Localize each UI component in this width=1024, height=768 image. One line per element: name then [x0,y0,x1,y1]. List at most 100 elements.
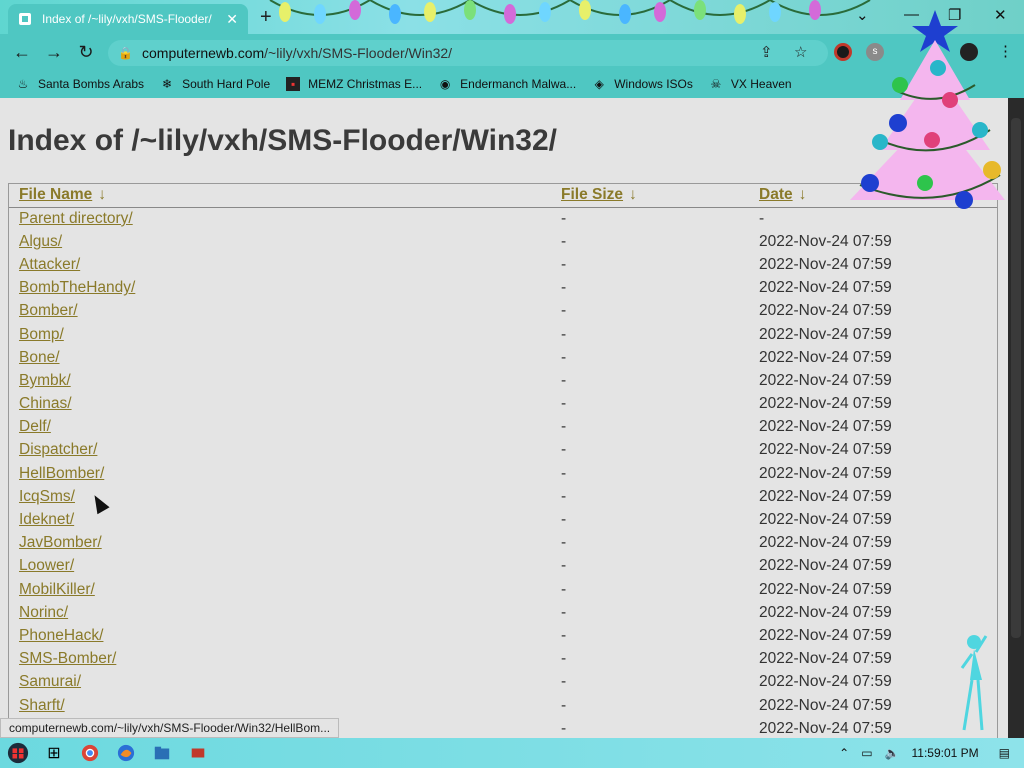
file-size-cell: - [561,511,567,529]
file-size-cell: - [561,418,567,436]
file-name-cell: MobilKiller/ [9,578,551,601]
file-link[interactable]: Sharft/ [19,697,65,714]
file-link[interactable]: Ideknet/ [19,511,74,528]
column-file-size[interactable]: File Size ↓ [551,184,749,208]
lock-icon: 🔒 [118,46,133,60]
forward-arrow-icon[interactable]: → [38,42,70,63]
file-link[interactable]: Algus/ [19,233,62,250]
table-row: Ideknet/ - 2022-Nov-24 07:59 [9,508,997,531]
file-name-cell: Attacker/ [9,253,551,276]
chrome-taskbar-icon[interactable] [72,738,108,768]
sort-arrow-icon: ↓ [98,186,106,204]
table-row: Bomp/ - 2022-Nov-24 07:59 [9,323,997,346]
file-link[interactable]: PhoneHack/ [19,627,103,644]
table-row: Dispatcher/ - 2022-Nov-24 07:59 [9,439,997,462]
table-row: Attacker/ - 2022-Nov-24 07:59 [9,253,997,276]
bookmark-item[interactable]: ◈ Windows ISOs [592,77,693,91]
file-size-cell: - [561,534,567,552]
bookmark-item[interactable]: ☠ VX Heaven [709,77,792,91]
scrollbar-thumb[interactable] [1011,118,1021,638]
file-explorer-taskbar-icon[interactable] [144,738,180,768]
bookmark-item[interactable]: ❄ South Hard Pole [160,77,270,91]
file-name-cell: BombTheHandy/ [9,277,551,300]
file-name-cell: Bymbk/ [9,369,551,392]
bookmark-item[interactable]: ▪ MEMZ Christmas E... [286,77,422,91]
file-size-cell: - [561,650,567,668]
table-row: MobilKiller/ - 2022-Nov-24 07:59 [9,578,997,601]
file-link[interactable]: MobilKiller/ [19,581,95,598]
address-bar[interactable]: 🔒 computernewb.com/~lily/vxh/SMS-Flooder… [108,40,828,66]
file-name-cell: Sharft/ [9,694,551,717]
file-size-cell: - [561,603,567,621]
file-link[interactable]: Dispatcher/ [19,441,97,458]
file-link[interactable]: Bomp/ [19,326,64,343]
table-row: Bomber/ - 2022-Nov-24 07:59 [9,300,997,323]
active-tab[interactable]: Index of /~lily/vxh/SMS-Flooder/ ✕ [8,4,248,34]
file-link[interactable]: Attacker/ [19,256,80,273]
page-scrollbar[interactable] [1008,98,1024,738]
file-link[interactable]: Chinas/ [19,395,72,412]
file-link[interactable]: JavBomber/ [19,534,102,551]
table-row: Loower/ - 2022-Nov-24 07:59 [9,555,997,578]
network-icon[interactable]: ▭ [861,746,872,760]
file-size-cell: - [561,348,567,366]
chevron-up-icon[interactable]: ⌃ [839,746,849,760]
file-name-cell: Bomp/ [9,323,551,346]
bookmark-item[interactable]: ♨ Santa Bombs Arabs [16,77,144,91]
file-size-cell: - [561,580,567,598]
notification-icon[interactable]: ▤ [999,746,1010,760]
file-link[interactable]: HellBomber/ [19,465,104,482]
date-cell: 2022-Nov-24 07:59 [759,348,892,366]
date-cell: 2022-Nov-24 07:59 [759,580,892,598]
bookmark-item[interactable]: ◉ Endermanch Malwa... [438,77,576,91]
flame-icon: ♨ [17,77,29,91]
file-name-cell: Ideknet/ [9,508,551,531]
back-arrow-icon[interactable]: ← [6,42,38,63]
share-icon[interactable]: ⇪ [760,43,773,61]
table-row: JavBomber/ - 2022-Nov-24 07:59 [9,532,997,555]
date-cell: 2022-Nov-24 07:59 [759,464,892,482]
table-row: HellBomber/ - 2022-Nov-24 07:59 [9,462,997,485]
table-row: Samurai/-2022-Nov-24 07:59 [9,671,997,694]
bookmark-star-icon[interactable]: ☆ [794,43,807,61]
volume-icon[interactable]: 🔈 [885,746,900,760]
table-row: Norinc/ - 2022-Nov-24 07:59 [9,601,997,624]
date-cell: 2022-Nov-24 07:59 [759,371,892,389]
clock[interactable]: 11:59:01 PM [912,746,979,760]
date-cell: 2022-Nov-24 07:59 [759,557,892,575]
file-link[interactable]: IcqSms/ [19,488,75,505]
task-view-icon[interactable]: ⊞ [36,738,72,768]
file-link[interactable]: Samurai/ [19,673,81,690]
close-tab-icon[interactable]: ✕ [226,11,238,28]
table-row: Sharft/-2022-Nov-24 07:59 [9,694,997,717]
file-link[interactable]: Bymbk/ [19,372,71,389]
file-link[interactable]: BombTheHandy/ [19,279,135,296]
file-link[interactable]: Delf/ [19,418,51,435]
file-size-cell: - [561,209,567,227]
christmas-tree-decoration [850,10,1005,209]
file-size-cell: - [561,325,567,343]
file-size-cell: - [561,302,567,320]
file-link[interactable]: Bomber/ [19,302,78,319]
file-link[interactable]: Norinc/ [19,604,68,621]
taskbar: ⊞ ⌃ ▭ 🔈 11:59:01 PM ▤ [0,738,1024,768]
column-file-name[interactable]: File Name ↓ [9,184,551,208]
file-size-cell: - [561,673,567,691]
reload-icon[interactable]: ↻ [70,42,102,63]
file-size-cell: - [561,464,567,482]
table-row: SMS-Bomber/-2022-Nov-24 07:59 [9,648,997,671]
file-link[interactable]: Parent directory/ [19,210,133,227]
file-link[interactable]: SMS-Bomber/ [19,650,116,667]
new-tab-button[interactable]: + [260,6,272,29]
file-link[interactable]: Loower/ [19,557,74,574]
app-taskbar-icon[interactable] [180,738,216,768]
file-name-cell: Parent directory/ [9,207,551,230]
table-row: Bymbk/ - 2022-Nov-24 07:59 [9,369,997,392]
file-name-cell: Bone/ [9,346,551,369]
table-row: BombTheHandy/ - 2022-Nov-24 07:59 [9,277,997,300]
file-size-cell: - [561,255,567,273]
file-link[interactable]: Bone/ [19,349,60,366]
start-button[interactable] [0,738,36,768]
firefox-taskbar-icon[interactable] [108,738,144,768]
table-row: Chinas/ - 2022-Nov-24 07:59 [9,393,997,416]
